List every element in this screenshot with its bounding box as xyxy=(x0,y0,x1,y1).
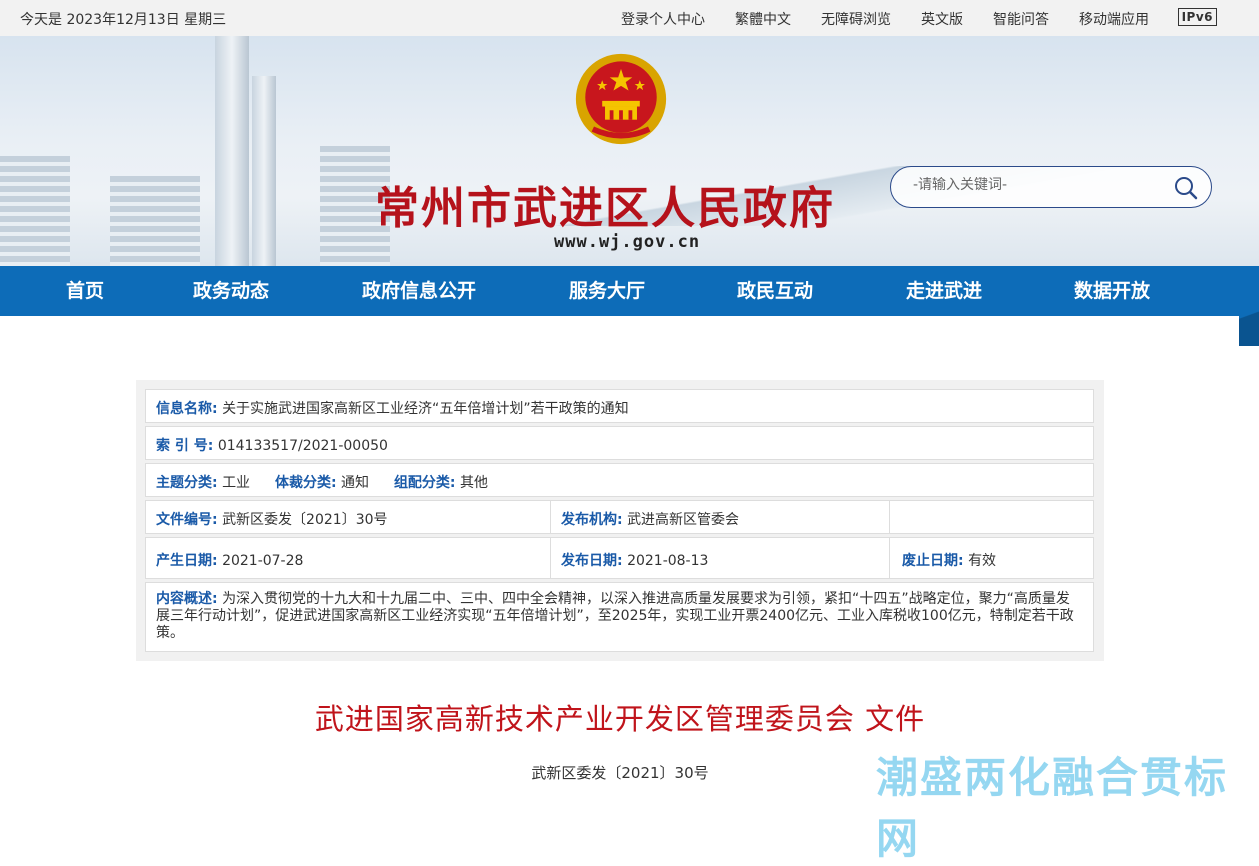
top-bar: 今天是 2023年12月13日 星期三 登录个人中心 繁體中文 无障碍浏览 英文… xyxy=(0,0,1259,36)
created-date-value: 2021-07-28 xyxy=(222,553,304,569)
search-box xyxy=(890,166,1212,208)
docno-cell: 文件编号: 武新区委发〔2021〕30号 xyxy=(146,501,551,533)
search-icon[interactable] xyxy=(1173,175,1199,201)
org-category-label: 组配分类: xyxy=(393,475,456,491)
abolish-date-label: 废止日期: xyxy=(902,553,964,569)
summary-label: 内容概述: xyxy=(156,591,218,607)
nav-edge-decoration xyxy=(1239,266,1259,346)
mobile-app-link[interactable]: 移动端应用 xyxy=(1079,9,1149,29)
traditional-chinese-link[interactable]: 繁體中文 xyxy=(735,9,791,29)
nav-item-open-data[interactable]: 数据开放 xyxy=(1074,266,1150,316)
smart-qa-link[interactable]: 智能问答 xyxy=(993,9,1049,29)
nav-item-service-hall[interactable]: 服务大厅 xyxy=(569,266,645,316)
nav-item-home[interactable]: 首页 xyxy=(66,266,104,316)
abolish-date-value: 有效 xyxy=(968,553,997,569)
created-date-cell: 产生日期: 2021-07-28 xyxy=(146,538,551,578)
published-date-label: 发布日期: xyxy=(561,553,623,569)
nav-item-news[interactable]: 政务动态 xyxy=(193,266,269,316)
org-category-value: 其他 xyxy=(460,475,488,491)
published-date-value: 2021-08-13 xyxy=(627,553,709,569)
building-image xyxy=(0,156,70,266)
topic-label: 主题分类: xyxy=(156,475,218,491)
info-row-docno: 文件编号: 武新区委发〔2021〕30号 发布机构: 武进高新区管委会 xyxy=(145,500,1094,534)
info-row-index: 索 引 号: 014133517/2021-00050 xyxy=(145,426,1094,460)
info-table: 信息名称: 关于实施武进国家高新区工业经济“五年倍增计划”若干政策的通知 索 引… xyxy=(136,380,1104,661)
login-link[interactable]: 登录个人中心 xyxy=(621,9,705,29)
tower-image xyxy=(252,76,276,266)
ipv6-badge: IPv6 xyxy=(1177,8,1217,26)
tower-image xyxy=(215,36,249,266)
docno-value: 武新区委发〔2021〕30号 xyxy=(222,512,388,528)
info-row-dates: 产生日期: 2021-07-28 发布日期: 2021-08-13 废止日期: … xyxy=(145,537,1094,579)
nav-item-interaction[interactable]: 政民互动 xyxy=(737,266,813,316)
document-title: 武进国家高新技术产业开发区管理委员会 文件 xyxy=(314,702,926,736)
info-row-name: 信息名称: 关于实施武进国家高新区工业经济“五年倍增计划”若干政策的通知 xyxy=(145,389,1094,423)
docno-label: 文件编号: xyxy=(156,512,218,528)
info-row-categories: 主题分类: 工业 体裁分类: 通知 组配分类: 其他 xyxy=(145,463,1094,497)
header-banner: 常州市武进区人民政府 www.wj.gov.cn xyxy=(0,36,1259,266)
watermark-text: 潮盛两化融合贯标网 xyxy=(876,753,1229,863)
index-label: 索 引 号: xyxy=(156,438,214,454)
published-date-cell: 发布日期: 2021-08-13 xyxy=(551,538,890,578)
publisher-cell: 发布机构: 武进高新区管委会 xyxy=(551,501,890,533)
created-date-label: 产生日期: xyxy=(156,553,218,569)
current-date: 今天是 2023年12月13日 星期三 xyxy=(20,12,227,28)
summary-value: 为深入贯彻党的十九大和十九届二中、三中、四中全会精神，以深入推进高质量发展要求为… xyxy=(156,591,1074,641)
accessibility-link[interactable]: 无障碍浏览 xyxy=(821,9,891,29)
nav-item-about-wujin[interactable]: 走进武进 xyxy=(906,266,982,316)
info-name-label: 信息名称: xyxy=(156,401,218,417)
index-value: 014133517/2021-00050 xyxy=(217,438,388,454)
info-row-summary: 内容概述: 为深入贯彻党的十九大和十九届二中、三中、四中全会精神，以深入推进高质… xyxy=(145,582,1094,652)
genre-value: 通知 xyxy=(341,475,370,491)
main-nav: 首页 政务动态 政府信息公开 服务大厅 政民互动 走进武进 数据开放 xyxy=(0,266,1259,346)
nav-item-info-disclosure[interactable]: 政府信息公开 xyxy=(362,266,476,316)
site-url: www.wj.gov.cn xyxy=(554,232,701,252)
publisher-value: 武进高新区管委会 xyxy=(627,512,740,528)
genre-label: 体裁分类: xyxy=(274,475,337,491)
publisher-label: 发布机构: xyxy=(561,512,623,528)
site-title: 常州市武进区人民政府 xyxy=(375,183,835,234)
search-input[interactable] xyxy=(913,177,1153,193)
national-emblem-icon xyxy=(575,53,667,145)
building-image xyxy=(110,176,200,266)
topic-value: 工业 xyxy=(222,475,251,491)
info-name-value: 关于实施武进国家高新区工业经济“五年倍增计划”若干政策的通知 xyxy=(222,401,629,417)
top-links: 登录个人中心 繁體中文 无障碍浏览 英文版 智能问答 移动端应用 xyxy=(621,9,1149,29)
english-version-link[interactable]: 英文版 xyxy=(921,9,963,29)
